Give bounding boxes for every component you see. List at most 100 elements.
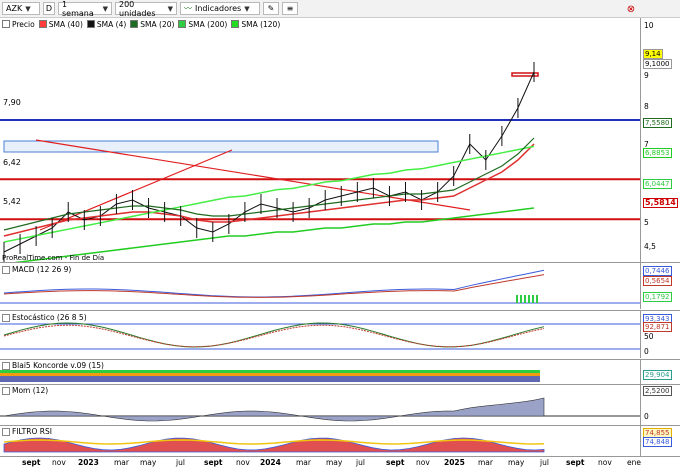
macd-label: MACD (12 26 9)	[2, 265, 74, 274]
macd-hist-bar	[532, 295, 534, 303]
x-tick-label: mar	[296, 458, 311, 467]
export-icon[interactable]: ⊗	[624, 2, 638, 16]
x-tick-label: 2023	[78, 458, 99, 467]
chevron-down-icon: ▼	[244, 4, 250, 13]
blai5-label: Blai5 Koncorde v.09 (15)	[2, 361, 106, 370]
x-tick-label: nov	[416, 458, 430, 467]
legend-item[interactable]: Precio	[2, 20, 35, 29]
legend-swatch	[86, 20, 95, 28]
legend-item[interactable]: SMA (120)	[231, 20, 280, 29]
macd-hist-bar	[524, 295, 526, 303]
stoch-tick-0: 0	[644, 347, 649, 356]
mom-pane[interactable]: Mom (12)	[0, 385, 640, 425]
hline-label-3: 5,42	[3, 197, 21, 206]
blai5-green-area	[0, 370, 540, 373]
x-tick-label: sept	[204, 458, 223, 467]
macd-line	[3, 269, 545, 298]
stoch-title: Estocástico (26 8 5)	[12, 313, 87, 322]
blai5-pane[interactable]: Blai5 Koncorde v.09 (15)	[0, 360, 640, 384]
mom-title: Mom (12)	[12, 386, 49, 395]
legend: Precio SMA (40) SMA (4) SMA (20) SMA (200) SM…	[0, 18, 280, 30]
ticker-selector[interactable]: AZK ▼	[2, 2, 40, 15]
x-tick-label: nov	[598, 458, 612, 467]
d-button[interactable]: D	[43, 2, 55, 15]
checkbox-icon[interactable]	[2, 427, 10, 436]
macd-chart	[0, 269, 640, 304]
hline-label-1: 7,90	[3, 98, 21, 107]
stoch-pane[interactable]: Estocástico (26 8 5)	[0, 311, 640, 358]
price-tick: 5	[644, 218, 649, 227]
legend-label: SMA (120)	[241, 19, 281, 29]
rsi-axis: 74,855 74,848	[640, 426, 680, 456]
legend-item[interactable]: SMA (4)	[86, 19, 127, 29]
rsi-label: FILTRO RSI	[2, 427, 54, 436]
price-tag: 9,1000	[643, 59, 672, 69]
legend-item[interactable]: SMA (40)	[38, 19, 83, 29]
checkbox-icon[interactable]	[2, 361, 10, 370]
period-selector[interactable]: 1 semana ▼	[58, 0, 112, 18]
x-tick-label: nov	[52, 458, 66, 467]
mom-area	[3, 397, 545, 422]
x-tick-label: ene	[627, 458, 641, 467]
price-chart	[0, 62, 640, 262]
blai5-tag: 29,904	[643, 370, 672, 380]
x-tick-label: jul	[176, 458, 185, 467]
hline-label-2: 6,42	[3, 158, 21, 167]
legend-label: SMA (200)	[188, 19, 228, 29]
units-selector[interactable]: 200 unidades ▼	[115, 0, 177, 18]
rsi-chart	[3, 437, 545, 453]
checkbox-icon[interactable]	[2, 386, 10, 395]
indicators-icon: 〰	[184, 4, 192, 13]
toolbar: AZK ▼ D 1 semana ▼ 200 unidades ▼ 〰 Indicad…	[0, 0, 680, 18]
ticker-label: AZK	[6, 4, 23, 13]
rsi-tag-2: 74,848	[643, 437, 672, 447]
mom-axis: 2,5200 0	[640, 385, 680, 425]
x-tick-label: nov	[236, 458, 250, 467]
stoch-tick-50: 50	[644, 332, 654, 341]
macd-title: MACD (12 26 9)	[12, 265, 72, 274]
mom-tag: 2,5200	[643, 386, 672, 396]
blai5-title: Blai5 Koncorde v.09 (15)	[12, 361, 104, 370]
x-tick-label: mar	[114, 458, 129, 467]
stoch-d	[3, 324, 545, 348]
macd-hist-tag: 0,1792	[643, 292, 672, 302]
legend-label: SMA (40)	[48, 19, 83, 29]
price-tag: 5,5814	[643, 198, 678, 208]
checkbox-icon[interactable]	[2, 265, 10, 274]
macd-pane[interactable]: MACD (12 26 9)	[0, 263, 640, 309]
source-text: ProRealTime.com - Fin de Día	[2, 254, 105, 262]
legend-swatch	[2, 20, 10, 28]
indicators-button[interactable]: 〰 Indicadores ▼	[180, 2, 260, 15]
x-tick-label: sept	[386, 458, 405, 467]
macd-hist-bar	[520, 295, 522, 303]
legend-label: SMA (20)	[140, 19, 175, 29]
units-label: 200 unidades	[119, 0, 156, 18]
price-pane[interactable]: 7,90 6,42 5,42 ProRealTime.com - Fin de …	[0, 30, 640, 262]
highlight-box	[3, 140, 439, 153]
legend-item[interactable]: SMA (20)	[130, 20, 174, 29]
price-axis: 10987654,59,149,10007,55806,88536,04475,…	[640, 18, 680, 262]
checkbox-icon[interactable]	[2, 313, 10, 322]
legend-swatch	[178, 20, 187, 28]
chevron-down-icon: ▼	[102, 4, 108, 13]
price-tick: 9	[644, 71, 649, 80]
price-tag: 6,8853	[643, 148, 672, 158]
legend-item[interactable]: SMA (200)	[178, 20, 227, 29]
settings-icon: ≡	[286, 4, 294, 13]
legend-label: SMA (4)	[96, 19, 127, 29]
rsi-pane[interactable]: FILTRO RSI	[0, 426, 640, 456]
stoch-label: Estocástico (26 8 5)	[2, 313, 89, 322]
legend-swatch	[130, 20, 139, 28]
macd-signal-tag: 0,5654	[643, 276, 672, 286]
legend-label: Precio	[12, 19, 35, 29]
chevron-down-icon: ▼	[25, 4, 31, 13]
more-tools-button[interactable]: ≡	[282, 2, 298, 15]
period-label: 1 semana	[62, 0, 94, 18]
blai5-axis: 29,904	[640, 360, 680, 384]
mom-chart	[0, 397, 640, 422]
d-label: D	[45, 4, 53, 13]
chevron-down-icon: ▼	[167, 4, 173, 13]
x-tick-label: may	[140, 458, 157, 467]
pane-separator	[0, 456, 680, 457]
draw-tool-button[interactable]: ✎	[263, 2, 279, 15]
